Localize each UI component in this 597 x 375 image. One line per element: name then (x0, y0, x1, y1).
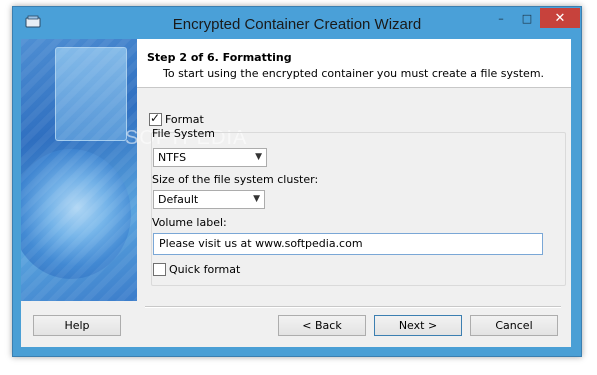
title-bar[interactable]: Encrypted Container Creation Wizard – □ … (13, 7, 581, 40)
file-system-value: NTFS (158, 151, 187, 164)
step-title: Step 2 of 6. Formatting (147, 51, 292, 64)
wizard-window: Encrypted Container Creation Wizard – □ … (12, 6, 582, 357)
chevron-down-icon: ▼ (255, 152, 262, 162)
quick-format-checkbox[interactable] (153, 262, 166, 276)
help-button[interactable]: Help (33, 315, 121, 336)
maximize-button[interactable]: □ (514, 8, 540, 28)
volume-label-label: Volume label: (152, 216, 227, 229)
format-checkbox[interactable] (149, 111, 162, 126)
step-description: To start using the encrypted container y… (163, 67, 545, 80)
cluster-size-label: Size of the file system cluster: (152, 173, 319, 186)
wizard-side-image (21, 39, 137, 301)
button-separator (145, 306, 561, 308)
file-system-label: File System (152, 127, 215, 140)
wizard-header: Step 2 of 6. Formatting To start using t… (137, 39, 571, 88)
quick-format-label: Quick format (169, 262, 241, 276)
close-button[interactable]: ✕ (540, 8, 580, 28)
back-button[interactable]: < Back (278, 315, 366, 336)
dialog-body: Step 2 of 6. Formatting To start using t… (21, 39, 571, 347)
chevron-down-icon: ▼ (253, 194, 260, 204)
file-system-select[interactable]: NTFS ▼ (153, 148, 267, 167)
volume-label-input[interactable]: Please visit us at www.softpedia.com (153, 233, 543, 255)
cluster-size-value: Default (158, 193, 199, 206)
cancel-button[interactable]: Cancel (470, 315, 558, 336)
quick-format-row[interactable]: Quick format (153, 262, 240, 276)
minimize-button[interactable]: – (488, 8, 514, 28)
format-checkbox-row[interactable]: Format (149, 111, 204, 126)
cluster-size-select[interactable]: Default ▼ (153, 190, 265, 209)
format-label: Format (165, 112, 204, 126)
next-button[interactable]: Next > (374, 315, 462, 336)
